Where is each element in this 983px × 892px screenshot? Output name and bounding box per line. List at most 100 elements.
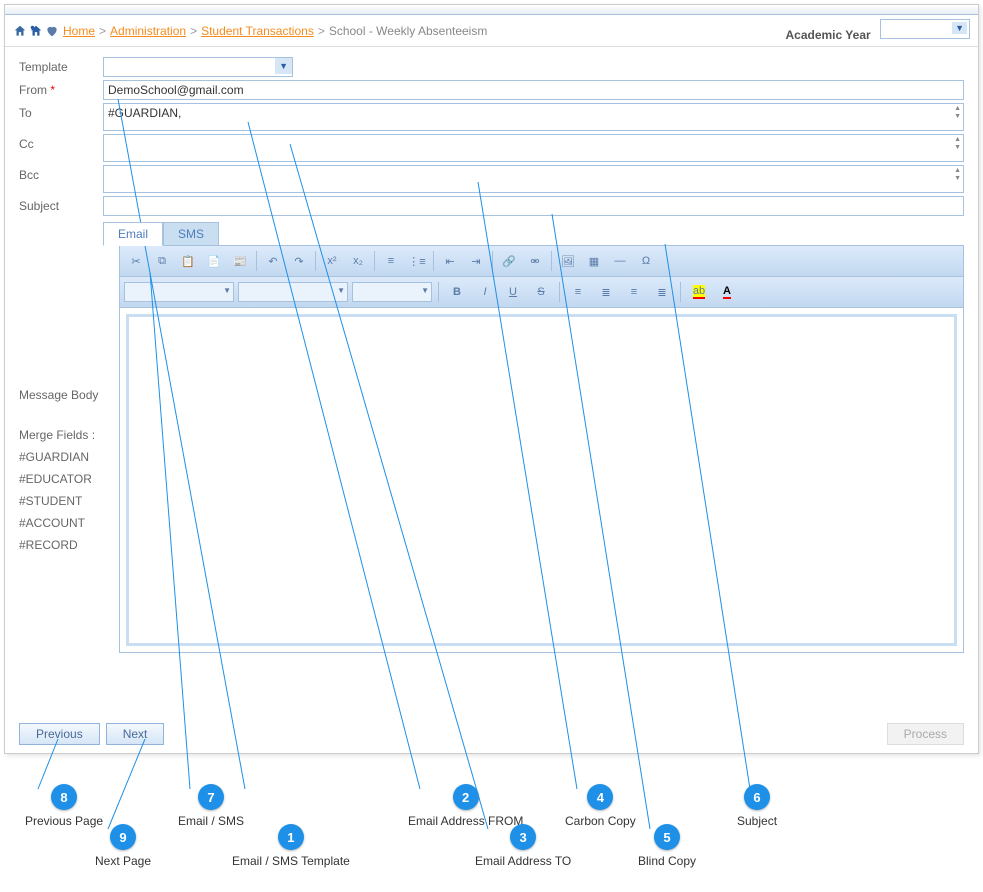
callout-bubble: 7 (198, 784, 224, 810)
subscript-icon[interactable]: x₂ (346, 250, 370, 272)
align-left-icon[interactable]: ≡ (566, 281, 590, 303)
scroll-up-icon[interactable]: ▲ (954, 136, 961, 144)
outdent-icon[interactable]: ⇤ (438, 250, 462, 272)
breadcrumb-row: Home > Administration > Student Transact… (5, 15, 978, 47)
breadcrumb-admin[interactable]: Administration (110, 24, 186, 38)
breadcrumb-home[interactable]: Home (63, 24, 95, 38)
scroll-up-icon[interactable]: ▲ (954, 167, 961, 175)
callout-label: Subject (737, 814, 777, 828)
merge-fields-label: Merge Fields : (19, 426, 119, 444)
breadcrumb-current: School - Weekly Absenteeism (329, 24, 488, 38)
academic-year-select[interactable] (880, 19, 970, 39)
merge-field: #ACCOUNT (19, 514, 119, 532)
callout-label: Previous Page (25, 814, 103, 828)
callout-label: Next Page (95, 854, 151, 868)
scroll-down-icon[interactable]: ▼ (954, 144, 961, 152)
merge-field: #EDUCATOR (19, 470, 119, 488)
heart-icon[interactable] (45, 24, 59, 38)
callout-label: Email Address TO (475, 854, 571, 868)
align-center-icon[interactable]: ≣ (594, 281, 618, 303)
callout-8: 8 Previous Page (25, 784, 103, 828)
text-color-icon[interactable]: A (715, 281, 739, 303)
font-select[interactable] (238, 282, 348, 302)
scroll-up-icon[interactable]: ▲ (954, 105, 961, 113)
home-icon[interactable] (13, 24, 27, 38)
cut-icon[interactable]: ✂ (124, 250, 148, 272)
merge-field: #GUARDIAN (19, 448, 119, 466)
callout-bubble: 9 (110, 824, 136, 850)
callout-label: Blind Copy (638, 854, 696, 868)
tab-email[interactable]: Email (103, 222, 163, 246)
callout-bubble: 4 (587, 784, 613, 810)
paste-text-icon[interactable]: 📄 (202, 250, 226, 272)
callout-bubble: 3 (510, 824, 536, 850)
highlight-color-icon[interactable]: ab (687, 281, 711, 303)
tab-sms[interactable]: SMS (163, 222, 219, 246)
callout-7: 7 Email / SMS (178, 784, 244, 828)
button-row: Previous Next Process (19, 723, 964, 745)
subject-input[interactable] (103, 196, 964, 216)
breadcrumb-sep: > (99, 24, 106, 38)
callout-1: 1 Email / SMS Template (232, 824, 350, 868)
redo-icon[interactable]: ↷ (287, 250, 311, 272)
callout-label: Email / SMS Template (232, 854, 350, 868)
cc-input[interactable]: ▲▼ (103, 134, 964, 162)
superscript-icon[interactable]: x² (320, 250, 344, 272)
paste-word-icon[interactable]: 📰 (228, 250, 252, 272)
next-button[interactable]: Next (106, 723, 165, 745)
callout-bubble: 2 (453, 784, 479, 810)
academic-year-label: Academic Year (785, 28, 870, 42)
header-icons (13, 24, 59, 38)
ordered-list-icon[interactable]: ≡ (379, 250, 403, 272)
bcc-input[interactable]: ▲▼ (103, 165, 964, 193)
italic-icon[interactable]: I (473, 281, 497, 303)
hr-icon[interactable]: — (608, 250, 632, 272)
undo-icon[interactable]: ↶ (261, 250, 285, 272)
unordered-list-icon[interactable]: ⋮≡ (405, 250, 429, 272)
from-input[interactable] (103, 80, 964, 100)
tabs: Email SMS (103, 222, 964, 246)
callout-4: 4 Carbon Copy (565, 784, 636, 828)
breadcrumb: Home > Administration > Student Transact… (13, 24, 487, 38)
previous-button[interactable]: Previous (19, 723, 100, 745)
side-labels: Message Body Merge Fields : #GUARDIAN #E… (19, 246, 119, 653)
underline-icon[interactable]: U (501, 281, 525, 303)
puzzle-home-icon[interactable] (29, 24, 43, 38)
unlink-icon[interactable]: ⚮ (523, 250, 547, 272)
format-select[interactable] (124, 282, 234, 302)
strike-icon[interactable]: S (529, 281, 553, 303)
size-select[interactable] (352, 282, 432, 302)
annotations: 8 Previous Page 9 Next Page 7 Email / SM… (0, 764, 983, 892)
rich-text-editor: ✂ ⧉ 📋 📄 📰 ↶ ↷ x² x₂ ≡ ⋮≡ ⇤ ⇥ (119, 245, 964, 653)
form-area: Template From * To #GUARDIAN,▲▼ Cc ▲▼ Bc… (5, 47, 978, 661)
link-icon[interactable]: 🔗 (497, 250, 521, 272)
template-select[interactable] (103, 57, 293, 77)
callout-6: 6 Subject (737, 784, 777, 828)
table-icon[interactable]: ▦ (582, 250, 606, 272)
scroll-down-icon[interactable]: ▼ (954, 175, 961, 183)
align-right-icon[interactable]: ≡ (622, 281, 646, 303)
bold-icon[interactable]: B (445, 281, 469, 303)
paste-icon[interactable]: 📋 (176, 250, 200, 272)
merge-field: #RECORD (19, 536, 119, 554)
callout-bubble: 1 (278, 824, 304, 850)
callout-5: 5 Blind Copy (638, 824, 696, 868)
app-window: Home > Administration > Student Transact… (4, 4, 979, 754)
callout-bubble: 8 (51, 784, 77, 810)
breadcrumb-transactions[interactable]: Student Transactions (201, 24, 314, 38)
callout-3: 3 Email Address TO (475, 824, 571, 868)
editor-toolbar-2: B I U S ≡ ≣ ≡ ≣ ab A (120, 277, 963, 308)
to-input[interactable]: #GUARDIAN,▲▼ (103, 103, 964, 131)
breadcrumb-sep: > (190, 24, 197, 38)
image-icon[interactable]: 🖼 (556, 250, 580, 272)
indent-icon[interactable]: ⇥ (464, 250, 488, 272)
justify-icon[interactable]: ≣ (650, 281, 674, 303)
scroll-down-icon[interactable]: ▼ (954, 113, 961, 121)
callout-2: 2 Email Address FROM (408, 784, 523, 828)
cc-label: Cc (19, 134, 103, 151)
symbol-icon[interactable]: Ω (634, 250, 658, 272)
copy-icon[interactable]: ⧉ (150, 250, 174, 272)
callout-9: 9 Next Page (95, 824, 151, 868)
merge-field: #STUDENT (19, 492, 119, 510)
editor-body[interactable] (126, 314, 957, 646)
